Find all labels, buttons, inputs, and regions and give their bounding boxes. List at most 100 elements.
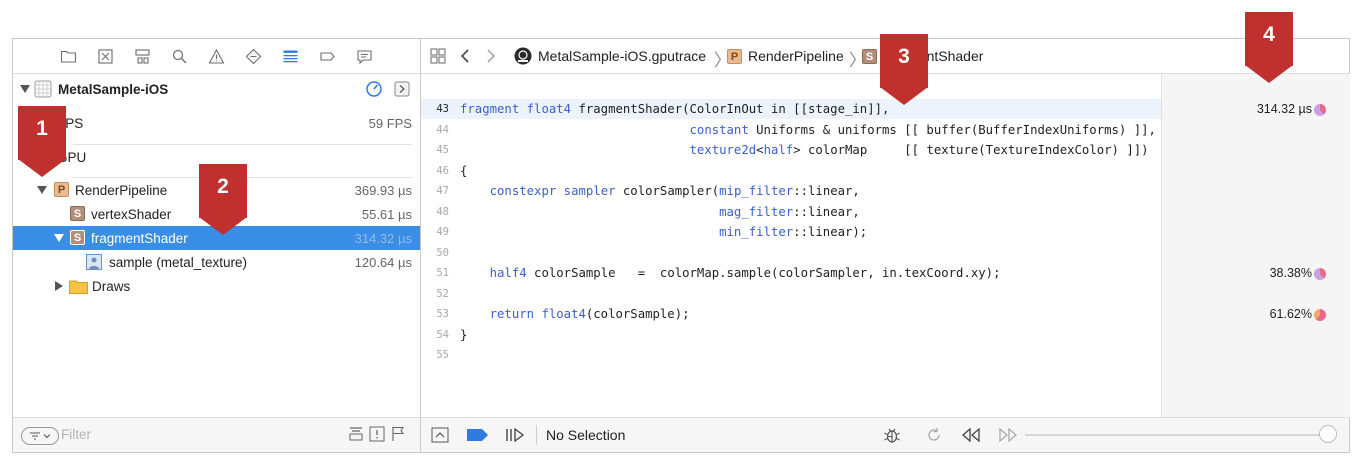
code-line[interactable]: 55	[421, 345, 1161, 365]
report-icon[interactable]	[346, 39, 383, 73]
timeline-slider-track[interactable]	[1025, 434, 1325, 436]
shader-badge-icon: S	[70, 230, 85, 245]
code-line[interactable]: 47 constexpr sampler colorSampler(mip_fi…	[421, 181, 1161, 201]
breadcrumb-file[interactable]: MetalSample-iOS.gputrace	[538, 48, 706, 64]
divider	[536, 425, 537, 445]
code-line[interactable]: 50	[421, 243, 1161, 263]
breadcrumb-pipeline[interactable]: RenderPipeline	[748, 48, 844, 64]
disclosure-triangle-icon[interactable]	[20, 85, 30, 93]
line-number[interactable]: 48	[421, 202, 449, 222]
code-line[interactable]: 48 mag_filter::linear,	[421, 202, 1161, 222]
project-name: MetalSample-iOS	[58, 81, 169, 97]
pie-chart-icon	[1314, 309, 1326, 321]
filter-input[interactable]: Filter	[61, 427, 91, 442]
callout-marker-1: 1	[18, 106, 66, 177]
forward-icon[interactable]	[484, 48, 498, 64]
line-number[interactable]: 55	[421, 345, 449, 365]
line-43-time: 314.32 µs	[1256, 102, 1312, 116]
code-text: min_filter::linear);	[719, 225, 868, 239]
line-number[interactable]: 43	[421, 99, 449, 119]
texture-icon	[86, 254, 102, 270]
callout-marker-4: 4	[1245, 12, 1293, 83]
filter-options-button[interactable]	[21, 427, 59, 445]
folder-icon	[69, 279, 88, 294]
code-line[interactable]: 49 min_filter::linear);	[421, 222, 1161, 242]
xcode-window: MetalSample-iOS FPS 59 FPS GPU P RenderP…	[12, 38, 1350, 453]
code-line[interactable]: 51 half4 colorSample = colorMap.sample(c…	[421, 263, 1161, 283]
step-into-icon[interactable]	[394, 81, 410, 97]
code-text: {	[460, 163, 468, 178]
sample-time: 120.64 µs	[354, 254, 412, 270]
code-text: fragment float4 fragmentShader(ColorInOu…	[460, 102, 890, 116]
line-number[interactable]: 47	[421, 181, 449, 201]
code-line[interactable]: 52	[421, 284, 1161, 304]
disclosure-triangle-icon[interactable]	[55, 281, 63, 291]
vertex-shader-label: vertexShader	[91, 206, 172, 222]
shader-badge-icon: S	[70, 206, 85, 221]
pipeline-badge-icon: P	[54, 182, 69, 197]
fps-value: 59 FPS	[368, 115, 412, 131]
breakpoints-toggle-icon[interactable]	[467, 429, 489, 441]
device-grid-icon	[34, 80, 52, 98]
navigator-filter-bar: Filter	[13, 417, 420, 452]
source-control-icon[interactable]	[87, 39, 124, 73]
draws-label: Draws	[92, 278, 131, 294]
line-number[interactable]: 51	[421, 263, 449, 283]
code-line[interactable]: 54}	[421, 325, 1161, 345]
issue-icon[interactable]	[198, 39, 235, 73]
stack-icon[interactable]	[348, 426, 364, 442]
symbol-icon[interactable]	[124, 39, 161, 73]
code-line[interactable]: 43 fragment float4 fragmentShader(ColorIn…	[421, 99, 1161, 119]
code-text: constant Uniforms & uniforms [[ buffer(B…	[689, 122, 1156, 137]
line-number[interactable]: 46	[421, 161, 449, 181]
code-line[interactable]: 53 return float4(colorSample);	[421, 304, 1161, 324]
sample-row[interactable]: sample (metal_texture) 120.64 µs	[13, 250, 420, 274]
line-number[interactable]: 52	[421, 284, 449, 304]
draws-row[interactable]: Draws	[13, 274, 420, 298]
hide-debug-area-icon[interactable]	[431, 427, 449, 443]
warning-filter-icon[interactable]	[369, 426, 385, 442]
pie-chart-icon	[1314, 104, 1326, 116]
step-back-icon[interactable]	[961, 427, 981, 443]
shader-badge-icon: S	[862, 49, 877, 64]
line-number[interactable]: 54	[421, 325, 449, 345]
code-view[interactable]: 43 fragment float4 fragmentShader(ColorIn…	[421, 74, 1161, 418]
related-items-icon[interactable]	[430, 48, 446, 64]
reload-icon[interactable]	[926, 427, 942, 443]
code-line[interactable]: 46 {	[421, 161, 1161, 181]
line-number[interactable]: 50	[421, 243, 449, 263]
code-text: texture2d<half> colorMap [[ texture(Text…	[689, 143, 1149, 157]
code-text: half4 colorSample = colorMap.sample(colo…	[489, 266, 1001, 280]
line-number[interactable]: 53	[421, 304, 449, 324]
code-text: return float4(colorSample);	[489, 307, 690, 321]
step-forward-icon[interactable]	[998, 427, 1018, 443]
fps-row[interactable]: FPS 59 FPS	[13, 111, 420, 135]
timeline-slider-knob[interactable]	[1319, 425, 1337, 443]
continue-icon[interactable]	[505, 427, 525, 443]
line-number[interactable]: 49	[421, 222, 449, 242]
code-line[interactable]: 45 texture2d<half> colorMap [[ texture(T…	[421, 140, 1161, 160]
debug-navigator-icon[interactable]	[272, 39, 309, 73]
disclosure-triangle-icon[interactable]	[54, 234, 64, 242]
back-icon[interactable]	[458, 48, 472, 64]
bug-icon[interactable]	[883, 426, 901, 444]
callout-marker-2: 2	[199, 164, 247, 235]
fragment-shader-time: 314.32 µs	[354, 230, 412, 246]
code-line[interactable]: 44 constant Uniforms & uniforms [[ buffe…	[421, 120, 1161, 140]
line-number[interactable]: 44	[421, 120, 449, 140]
disclosure-triangle-icon[interactable]	[37, 186, 47, 194]
gauge-icon[interactable]	[366, 81, 382, 97]
find-icon[interactable]	[161, 39, 198, 73]
filter-icon	[30, 432, 51, 440]
breakpoint-icon[interactable]	[309, 39, 346, 73]
test-icon[interactable]	[235, 39, 272, 73]
folder-icon[interactable]	[50, 39, 87, 73]
callout-marker-3: 3	[880, 34, 928, 105]
gputrace-file-icon	[514, 47, 532, 65]
sample-label: sample (metal_texture)	[109, 254, 248, 270]
debug-bar: No Selection	[421, 417, 1349, 452]
project-row[interactable]: MetalSample-iOS	[13, 77, 420, 101]
flag-icon[interactable]	[390, 426, 406, 442]
navigator-toolbar	[13, 39, 420, 74]
line-number[interactable]: 45	[421, 140, 449, 160]
